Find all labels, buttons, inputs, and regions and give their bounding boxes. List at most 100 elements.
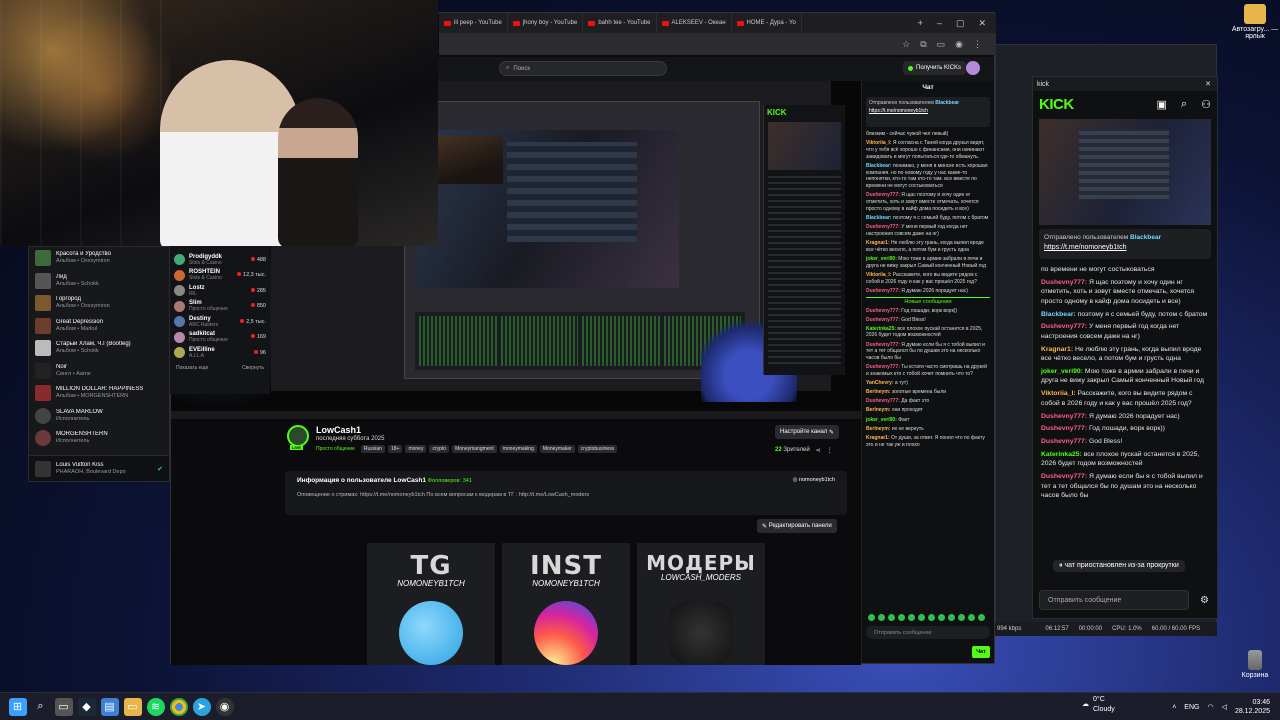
tag[interactable]: money bbox=[405, 445, 427, 453]
list-item[interactable]: SLAVA MARLOW Исполнитель bbox=[29, 405, 169, 428]
windows-start-icon[interactable]: ⊞ bbox=[8, 697, 27, 716]
liked-check-icon[interactable]: ✔ bbox=[157, 465, 163, 473]
explorer-icon[interactable]: ▤ bbox=[100, 697, 119, 716]
browser-tab[interactable]: jhony boy - YouTube bbox=[508, 13, 584, 33]
telegram-icon[interactable]: ➤ bbox=[192, 697, 211, 716]
category-link[interactable]: Просто общение bbox=[316, 445, 358, 453]
channel-item[interactable]: Lostz IRL 285 bbox=[170, 283, 270, 299]
channel-item[interactable]: sadkitcat Просто общение 169 bbox=[170, 330, 270, 346]
list-item[interactable]: MORGENSHTERN Исполнитель bbox=[29, 427, 169, 450]
search-input[interactable]: ⌕ Поиск bbox=[499, 61, 667, 76]
gear-icon[interactable]: ⚙ bbox=[1200, 595, 1209, 606]
chat-message: Dushevny777: Я думаю 2026 порадует нас) bbox=[1041, 412, 1180, 420]
get-kicks-button[interactable]: Получить KICKs bbox=[903, 61, 967, 75]
new-tab-icon[interactable]: + bbox=[918, 18, 923, 29]
close-icon[interactable]: ✕ bbox=[978, 18, 986, 29]
search-icon[interactable]: ⌕ bbox=[32, 698, 50, 716]
tag[interactable]: 18+ bbox=[387, 445, 403, 453]
collapse-link[interactable]: Свернуть bbox=[242, 365, 264, 371]
bookmark-star-icon[interactable]: ☆ bbox=[902, 39, 910, 50]
setup-channel-button[interactable]: Настройте канал ✎ bbox=[775, 425, 840, 439]
avatar[interactable] bbox=[966, 61, 980, 75]
pinned-link[interactable]: https://t.me/nomoneyb1tch bbox=[1044, 244, 1206, 251]
folder-icon[interactable]: ▭ bbox=[123, 697, 142, 716]
channel-name[interactable]: LowCash1 bbox=[316, 425, 361, 435]
channel-item[interactable]: Prodigyddk Slots & Casino 488 bbox=[170, 252, 270, 268]
list-item[interactable]: Лйд Альбом • Schokk bbox=[29, 270, 169, 293]
search-icon[interactable]: ⌕ bbox=[1181, 98, 1187, 111]
chat-input[interactable]: Отправить сообщение bbox=[866, 626, 990, 639]
list-item[interactable]: Красота и Уродство Альбом • Oxxxymiron bbox=[29, 247, 169, 270]
channel-item[interactable]: ROSHTEIN Slots & Casino 12,3 тыс. bbox=[170, 268, 270, 284]
tag[interactable]: Moneymaker bbox=[539, 445, 575, 453]
store-icon[interactable]: ▣ bbox=[1157, 98, 1167, 111]
recycle-bin-icon[interactable]: Корзина bbox=[1230, 650, 1280, 679]
pinned-message[interactable]: Отправлено пользователем Blackbear https… bbox=[1039, 229, 1211, 259]
spotify-icon[interactable]: ≋ bbox=[146, 697, 165, 716]
desktop-shortcut-icon[interactable]: Автозагру... — ярлык bbox=[1230, 4, 1280, 40]
emote-bar[interactable] bbox=[868, 614, 985, 621]
kick-logo[interactable]: KICK bbox=[1039, 96, 1074, 113]
chat-paused-banner[interactable]: ⏸ чат приостановлен из-за прокрутки bbox=[1053, 560, 1185, 572]
browser-tab[interactable]: bahh tee - YouTube bbox=[583, 13, 657, 33]
tag[interactable]: crypto bbox=[429, 445, 450, 453]
now-playing[interactable]: Louis Vuitton Kiss PHARAOH, Boulevard Dep… bbox=[29, 455, 169, 481]
channel-item[interactable]: Destiny ARC Raiders 2,5 тыс. bbox=[170, 314, 270, 330]
tag[interactable]: Moneymangment bbox=[452, 445, 497, 453]
minimize-icon[interactable]: – bbox=[937, 18, 942, 29]
menu-icon[interactable]: ⋮ bbox=[973, 39, 982, 50]
list-item[interactable]: Great Depression Альбом • Markul bbox=[29, 315, 169, 338]
channel-avatar[interactable] bbox=[287, 425, 309, 447]
popout-window-title: kick bbox=[1037, 80, 1050, 88]
channel-item[interactable]: Slim Просто общение 850 bbox=[170, 299, 270, 315]
list-item[interactable]: Старый Хлам, Ч.I (Bootleg) Альбом • Schok… bbox=[29, 337, 169, 360]
list-item[interactable]: Горгород Альбом • Oxxxymiron bbox=[29, 292, 169, 315]
artist-avatar bbox=[35, 407, 51, 424]
volume-icon[interactable]: ◁ bbox=[1222, 703, 1227, 711]
pinned-link[interactable]: https://t.me/nomoneyb1tch bbox=[869, 108, 987, 114]
audio-mixer bbox=[415, 312, 745, 370]
extensions-icon[interactable]: ⧉ bbox=[920, 39, 926, 50]
list-item[interactable]: Noir Сингл • Aarne bbox=[29, 360, 169, 383]
language-indicator[interactable]: ENG bbox=[1184, 704, 1199, 711]
close-icon[interactable]: ✕ bbox=[1205, 80, 1217, 88]
maximize-icon[interactable]: ▢ bbox=[956, 18, 965, 29]
tag[interactable]: cryptobusiness bbox=[577, 445, 618, 453]
task-view-icon[interactable]: ▭ bbox=[54, 697, 73, 716]
chevron-up-icon[interactable]: ˄ bbox=[1172, 704, 1176, 711]
pinned-user: Blackbear bbox=[1130, 234, 1162, 241]
popout-video[interactable] bbox=[1039, 119, 1211, 225]
player-controls[interactable] bbox=[171, 411, 861, 419]
list-item[interactable]: MILLION DOLLAR: HAPPINESS Альбом • MORGEN… bbox=[29, 382, 169, 405]
chat-message: Berlneym: они проходят bbox=[866, 407, 923, 414]
clock[interactable]: 03:46 28.12.2025 bbox=[1235, 698, 1270, 716]
sidebar-icon[interactable]: ▭ bbox=[937, 39, 946, 50]
profile-icon[interactable]: ◉ bbox=[955, 39, 963, 50]
chrome-icon[interactable] bbox=[169, 697, 188, 716]
share-icon[interactable]: ⋖ bbox=[816, 447, 821, 454]
edit-panels-button[interactable]: ✎ Редактировать панели bbox=[757, 519, 837, 533]
browser-tab[interactable]: lil peep - YouTube bbox=[439, 13, 508, 33]
instagram-link[interactable]: ◎ nomoneyb1tch bbox=[793, 477, 835, 483]
pinned-message[interactable]: Отправлено пользователем Blackbear https… bbox=[866, 97, 990, 127]
instagram-panel[interactable]: INST NOMONEYB1TCH bbox=[502, 543, 630, 665]
moderators-panel[interactable]: МОДЕРЫ LOWCASH_MODERS bbox=[637, 543, 765, 665]
weather-widget[interactable]: ☁ 0°C Cloudy bbox=[1082, 695, 1115, 715]
tab-label: jhony boy - YouTube bbox=[522, 20, 578, 26]
steam-icon[interactable]: ◆ bbox=[77, 697, 96, 716]
browser-tab[interactable]: HOME - Дура - Yo bbox=[732, 13, 802, 33]
chat-message: Blackbear: поэтому я с семьей буду, пото… bbox=[866, 214, 989, 221]
user-icon[interactable]: ⚇ bbox=[1201, 98, 1211, 111]
chat-message: Dushevny777: Я щас поэтому и хочу один н… bbox=[866, 192, 979, 212]
browser-tab[interactable]: ALEKSEEV - Океан bbox=[657, 13, 732, 33]
obs-icon[interactable]: ◉ bbox=[215, 697, 234, 716]
chat-input[interactable]: Отправить сообщение bbox=[1039, 590, 1189, 610]
telegram-panel[interactable]: TG NOMONEYB1TCH bbox=[367, 543, 495, 665]
chat-send-button[interactable]: Чат bbox=[972, 646, 990, 658]
wifi-icon[interactable]: ◠ bbox=[1207, 703, 1213, 711]
channel-item[interactable]: EVEilline A.I.L.A 96 bbox=[170, 345, 270, 361]
tag[interactable]: moneymaking bbox=[499, 445, 537, 453]
tag[interactable]: Russian bbox=[360, 445, 385, 453]
more-icon[interactable]: ⋮ bbox=[827, 447, 833, 454]
show-more-link[interactable]: Показать еще bbox=[176, 365, 208, 371]
